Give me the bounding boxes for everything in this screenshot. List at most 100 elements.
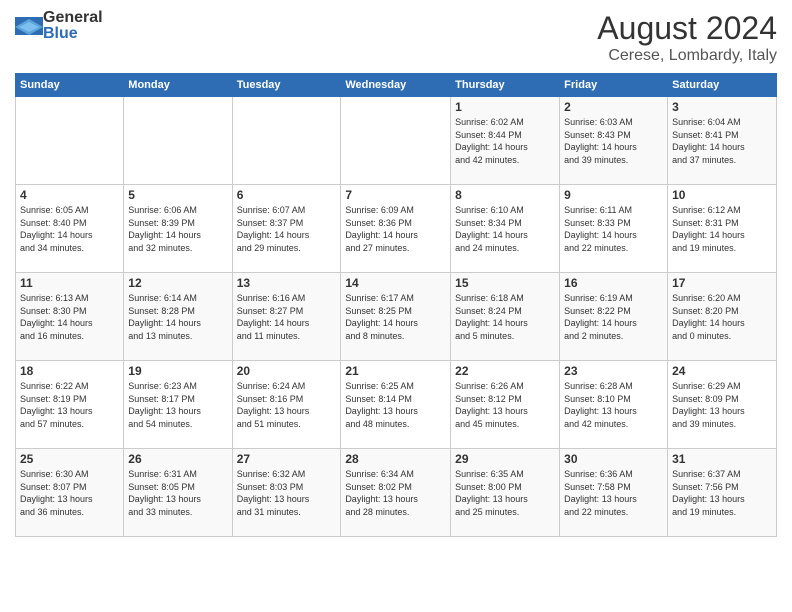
day-number: 14 <box>345 276 446 290</box>
calendar-cell: 12Sunrise: 6:14 AM Sunset: 8:28 PM Dayli… <box>124 273 232 361</box>
day-number: 24 <box>672 364 772 378</box>
day-info: Sunrise: 6:03 AM Sunset: 8:43 PM Dayligh… <box>564 116 663 166</box>
calendar-cell: 31 Sunrise: 6:37 AM Sunset: 7:56 PM Dayli… <box>668 449 777 537</box>
calendar-week-5: 25Sunrise: 6:30 AM Sunset: 8:07 PM Dayli… <box>16 449 777 537</box>
day-info: Sunrise: 6:13 AM Sunset: 8:30 PM Dayligh… <box>20 292 119 342</box>
col-wednesday: Wednesday <box>341 74 451 97</box>
logo-general-text: General <box>43 10 103 26</box>
calendar-cell: 5 Sunrise: 6:06 AM Sunset: 8:39 PM Daylig… <box>124 185 232 273</box>
day-number: 9 <box>564 188 663 202</box>
day-info: Sunrise: 6:20 AM Sunset: 8:20 PM Dayligh… <box>672 292 772 342</box>
day-number: 26 <box>128 452 227 466</box>
day-info: Sunrise: 6:34 AM Sunset: 8:02 PM Dayligh… <box>345 468 446 518</box>
day-number: 3 <box>672 100 772 114</box>
calendar-cell: 19 Sunrise: 6:23 AM Sunset: 8:17 PM Dayli… <box>124 361 232 449</box>
day-info: Sunrise: 6:14 AM Sunset: 8:28 PM Dayligh… <box>128 292 227 342</box>
main-title: August 2024 <box>597 10 777 47</box>
calendar-week-1: 1 Sunrise: 6:02 AM Sunset: 8:44 PM Daylig… <box>16 97 777 185</box>
day-info: Sunrise: 6:09 AM Sunset: 8:36 PM Dayligh… <box>345 204 446 254</box>
calendar-table: Sunday Monday Tuesday Wednesday Thursday… <box>15 73 777 537</box>
day-info: Sunrise: 6:07 AM Sunset: 8:37 PM Dayligh… <box>237 204 337 254</box>
day-number: 18 <box>20 364 119 378</box>
day-number: 10 <box>672 188 772 202</box>
day-number: 1 <box>455 100 555 114</box>
day-info: Sunrise: 6:30 AM Sunset: 8:07 PM Dayligh… <box>20 468 119 518</box>
calendar-cell: 16 Sunrise: 6:19 AM Sunset: 8:22 PM Dayli… <box>560 273 668 361</box>
day-number: 16 <box>564 276 663 290</box>
day-info: Sunrise: 6:11 AM Sunset: 8:33 PM Dayligh… <box>564 204 663 254</box>
day-info: Sunrise: 6:31 AM Sunset: 8:05 PM Dayligh… <box>128 468 227 518</box>
day-info: Sunrise: 6:37 AM Sunset: 7:56 PM Dayligh… <box>672 468 772 518</box>
calendar-cell: 3 Sunrise: 6:04 AM Sunset: 8:41 PM Daylig… <box>668 97 777 185</box>
day-number: 31 <box>672 452 772 466</box>
col-tuesday: Tuesday <box>232 74 341 97</box>
col-saturday: Saturday <box>668 74 777 97</box>
day-info: Sunrise: 6:16 AM Sunset: 8:27 PM Dayligh… <box>237 292 337 342</box>
calendar-cell: 30 Sunrise: 6:36 AM Sunset: 7:58 PM Dayli… <box>560 449 668 537</box>
calendar-cell: 13 Sunrise: 6:16 AM Sunset: 8:27 PM Dayli… <box>232 273 341 361</box>
calendar-cell: 29 Sunrise: 6:35 AM Sunset: 8:00 PM Dayli… <box>451 449 560 537</box>
day-info: Sunrise: 6:04 AM Sunset: 8:41 PM Dayligh… <box>672 116 772 166</box>
day-info: Sunrise: 6:10 AM Sunset: 8:34 PM Dayligh… <box>455 204 555 254</box>
day-info: Sunrise: 6:24 AM Sunset: 8:16 PM Dayligh… <box>237 380 337 430</box>
day-info: Sunrise: 6:12 AM Sunset: 8:31 PM Dayligh… <box>672 204 772 254</box>
calendar-cell: 23 Sunrise: 6:28 AM Sunset: 8:10 PM Dayli… <box>560 361 668 449</box>
page: General Blue August 2024 Cerese, Lombard… <box>0 0 792 612</box>
day-info: Sunrise: 6:05 AM Sunset: 8:40 PM Dayligh… <box>20 204 119 254</box>
calendar-cell: 4 Sunrise: 6:05 AM Sunset: 8:40 PM Daylig… <box>16 185 124 273</box>
day-info: Sunrise: 6:25 AM Sunset: 8:14 PM Dayligh… <box>345 380 446 430</box>
day-info: Sunrise: 6:06 AM Sunset: 8:39 PM Dayligh… <box>128 204 227 254</box>
logo-icon <box>15 17 43 35</box>
day-number: 4 <box>20 188 119 202</box>
day-info: Sunrise: 6:18 AM Sunset: 8:24 PM Dayligh… <box>455 292 555 342</box>
day-number: 15 <box>455 276 555 290</box>
calendar-cell: 27 Sunrise: 6:32 AM Sunset: 8:03 PM Dayli… <box>232 449 341 537</box>
calendar-cell <box>16 97 124 185</box>
calendar-week-3: 11Sunrise: 6:13 AM Sunset: 8:30 PM Dayli… <box>16 273 777 361</box>
calendar-body: 1 Sunrise: 6:02 AM Sunset: 8:44 PM Daylig… <box>16 97 777 537</box>
col-friday: Friday <box>560 74 668 97</box>
day-info: Sunrise: 6:29 AM Sunset: 8:09 PM Dayligh… <box>672 380 772 430</box>
calendar-cell: 25Sunrise: 6:30 AM Sunset: 8:07 PM Dayli… <box>16 449 124 537</box>
day-number: 28 <box>345 452 446 466</box>
day-number: 21 <box>345 364 446 378</box>
calendar-header: Sunday Monday Tuesday Wednesday Thursday… <box>16 74 777 97</box>
calendar-cell: 20Sunrise: 6:24 AM Sunset: 8:16 PM Dayli… <box>232 361 341 449</box>
header: General Blue August 2024 Cerese, Lombard… <box>15 10 777 65</box>
calendar-cell: 8 Sunrise: 6:10 AM Sunset: 8:34 PM Daylig… <box>451 185 560 273</box>
subtitle: Cerese, Lombardy, Italy <box>597 47 777 65</box>
calendar-cell: 15 Sunrise: 6:18 AM Sunset: 8:24 PM Dayli… <box>451 273 560 361</box>
day-number: 2 <box>564 100 663 114</box>
day-number: 17 <box>672 276 772 290</box>
day-number: 5 <box>128 188 227 202</box>
calendar-cell: 1 Sunrise: 6:02 AM Sunset: 8:44 PM Daylig… <box>451 97 560 185</box>
day-info: Sunrise: 6:23 AM Sunset: 8:17 PM Dayligh… <box>128 380 227 430</box>
day-number: 13 <box>237 276 337 290</box>
calendar-cell: 2 Sunrise: 6:03 AM Sunset: 8:43 PM Daylig… <box>560 97 668 185</box>
day-number: 30 <box>564 452 663 466</box>
day-number: 29 <box>455 452 555 466</box>
calendar-cell: 17 Sunrise: 6:20 AM Sunset: 8:20 PM Dayli… <box>668 273 777 361</box>
day-info: Sunrise: 6:32 AM Sunset: 8:03 PM Dayligh… <box>237 468 337 518</box>
day-info: Sunrise: 6:28 AM Sunset: 8:10 PM Dayligh… <box>564 380 663 430</box>
day-number: 19 <box>128 364 227 378</box>
calendar-cell: 24 Sunrise: 6:29 AM Sunset: 8:09 PM Dayli… <box>668 361 777 449</box>
day-number: 6 <box>237 188 337 202</box>
day-number: 23 <box>564 364 663 378</box>
day-info: Sunrise: 6:19 AM Sunset: 8:22 PM Dayligh… <box>564 292 663 342</box>
calendar-cell: 28 Sunrise: 6:34 AM Sunset: 8:02 PM Dayli… <box>341 449 451 537</box>
calendar-cell <box>232 97 341 185</box>
title-section: August 2024 Cerese, Lombardy, Italy <box>597 10 777 65</box>
day-number: 8 <box>455 188 555 202</box>
day-info: Sunrise: 6:22 AM Sunset: 8:19 PM Dayligh… <box>20 380 119 430</box>
logo-blue-text: Blue <box>43 26 103 42</box>
day-number: 27 <box>237 452 337 466</box>
day-info: Sunrise: 6:36 AM Sunset: 7:58 PM Dayligh… <box>564 468 663 518</box>
calendar-cell: 10 Sunrise: 6:12 AM Sunset: 8:31 PM Dayli… <box>668 185 777 273</box>
day-info: Sunrise: 6:02 AM Sunset: 8:44 PM Dayligh… <box>455 116 555 166</box>
calendar-cell <box>124 97 232 185</box>
day-info: Sunrise: 6:35 AM Sunset: 8:00 PM Dayligh… <box>455 468 555 518</box>
calendar-cell: 11Sunrise: 6:13 AM Sunset: 8:30 PM Dayli… <box>16 273 124 361</box>
col-sunday: Sunday <box>16 74 124 97</box>
calendar-cell: 18 Sunrise: 6:22 AM Sunset: 8:19 PM Dayli… <box>16 361 124 449</box>
